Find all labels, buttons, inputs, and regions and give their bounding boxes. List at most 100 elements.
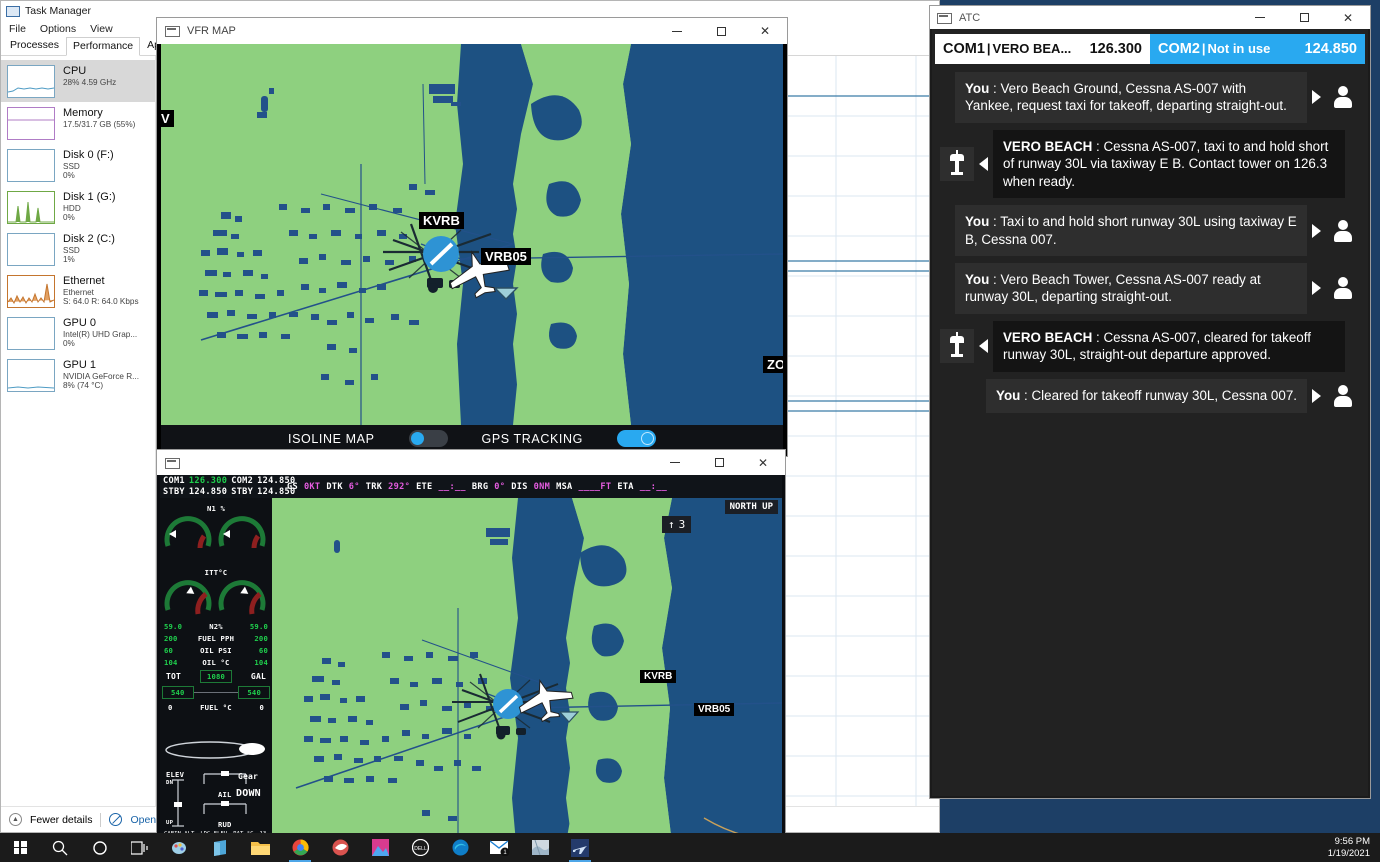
resource-item-gpu1[interactable]: GPU 1 NVIDIA GeForce R... 8% (74 °C) — [1, 354, 155, 396]
stby1-label: STBY — [163, 487, 185, 497]
store-icon[interactable] — [200, 833, 240, 862]
atc-message[interactable]: You : Vero Beach Ground, Cessna AS-007 w… — [940, 72, 1360, 123]
resource-sub: SSD — [63, 161, 80, 171]
menu-options[interactable]: Options — [40, 23, 76, 35]
taskbar-clock[interactable]: 9:56 PM 1/19/2021 — [1328, 836, 1380, 860]
atc-close-button[interactable]: ✕ — [1326, 5, 1370, 31]
map-label-kvrb: KVRB — [419, 212, 464, 229]
search-icon[interactable] — [40, 833, 80, 862]
cortana-icon[interactable] — [80, 833, 120, 862]
start-icon[interactable] — [0, 833, 40, 862]
minimize-button[interactable] — [655, 18, 699, 44]
oilc-label: OIL °C — [202, 658, 230, 667]
close-button[interactable]: ✕ — [743, 18, 787, 44]
brg-value: 0° — [494, 481, 506, 492]
com1-tab[interactable]: COM1 | VERO BEA... 126.300 — [935, 34, 1150, 64]
com2-tab[interactable]: COM2 | Not in use 124.850 — [1150, 34, 1365, 64]
isoline-map-toggle[interactable] — [408, 430, 448, 447]
com2-frequency: 124.850 — [1304, 41, 1357, 57]
atc-message[interactable]: VERO BEACH : Cessna AS-007, taxi to and … — [940, 129, 1360, 199]
fewer-details-button[interactable]: Fewer details — [30, 814, 92, 826]
task-view-icon[interactable] — [120, 833, 160, 862]
resource-sub: NVIDIA GeForce R... — [63, 371, 139, 381]
atc-titlebar[interactable]: ATC ✕ — [930, 6, 1370, 29]
trk-label: TRK — [365, 481, 383, 492]
chevron-up-icon: ▲ — [9, 813, 22, 826]
resource-name: CPU — [63, 65, 87, 77]
task-manager-icon — [6, 5, 20, 17]
file-explorer-icon[interactable] — [240, 833, 280, 862]
disk0-thumbnail — [7, 149, 55, 182]
disk1-thumbnail — [7, 191, 55, 224]
maximize-button[interactable] — [699, 18, 743, 44]
resource-sub: 28% 4.59 GHz — [63, 77, 117, 87]
photos-icon[interactable] — [360, 833, 400, 862]
itt-label: ITT°C — [204, 568, 228, 577]
resource-item-gpu0[interactable]: GPU 0 Intel(R) UHD Grap... 0% — [1, 312, 155, 354]
pfd-maximize-button[interactable] — [697, 450, 741, 476]
flightsim-icon[interactable] — [560, 833, 600, 862]
pfd-minimize-button[interactable] — [653, 450, 697, 476]
resource-sub2: 1% — [63, 255, 75, 265]
vfr-map-window: VFR MAP ✕ KVRB VRB05 V ZO ISOLINE MAP GP… — [157, 18, 787, 456]
app-icon[interactable] — [320, 833, 360, 862]
atc-message-list: You : Vero Beach Ground, Cessna AS-007 w… — [932, 64, 1368, 413]
n2-label: N2% — [209, 622, 223, 631]
gs-label: GS — [287, 481, 298, 492]
vfr-map-titlebar[interactable]: VFR MAP ✕ — [157, 18, 787, 44]
pfd-titlebar[interactable]: ✕ — [157, 450, 785, 475]
atc-maximize-button[interactable] — [1282, 5, 1326, 31]
n1-label: N1 % — [206, 504, 226, 513]
mail-icon[interactable]: 1 — [480, 833, 520, 862]
maps-icon[interactable] — [520, 833, 560, 862]
atc-message[interactable]: VERO BEACH : Cessna AS-007, cleared for … — [940, 320, 1360, 372]
paint-icon[interactable] — [160, 833, 200, 862]
atc-title: ATC — [959, 11, 981, 24]
memory-thumbnail — [7, 107, 55, 140]
eta-label: ETA — [617, 481, 634, 492]
menu-view[interactable]: View — [90, 23, 113, 35]
vfr-map-title: VFR MAP — [187, 25, 236, 37]
msa-label: MSA — [556, 481, 573, 492]
desktop: Task Manager File Options View Processes… — [0, 0, 1380, 862]
atc-message[interactable]: You : Taxi to and hold short runway 30L … — [940, 205, 1360, 256]
resource-item-cpu[interactable]: CPU 28% 4.59 GHz — [1, 60, 155, 102]
com1-label: COM1 — [163, 476, 185, 486]
gps-tracking-toggle[interactable] — [616, 430, 656, 447]
dell-icon[interactable]: DELL — [400, 833, 440, 862]
clock-date: 1/19/2021 — [1327, 847, 1370, 859]
disk2-thumbnail — [7, 233, 55, 266]
resource-item-memory[interactable]: Memory 17.5/31.7 GB (55%) — [1, 102, 155, 144]
taskbar: DELL 1 9:56 PM 1/19/2021 — [0, 833, 1380, 862]
atc-message[interactable]: You : Vero Beach Tower, Cessna AS-007 re… — [940, 262, 1360, 314]
gs-value: 0KT — [303, 481, 321, 492]
map-range-indicator[interactable]: ↑ 3 — [662, 516, 692, 533]
vfr-map-canvas[interactable]: KVRB VRB05 V ZO — [161, 44, 783, 425]
atc-minimize-button[interactable] — [1238, 5, 1282, 31]
resource-sub: HDD — [63, 203, 81, 213]
pfd-close-button[interactable]: ✕ — [741, 450, 785, 476]
gal-label: GAL — [250, 672, 266, 681]
resource-item-disk2[interactable]: Disk 2 (C:) SSD 1% — [1, 228, 155, 270]
pfd-map-canvas[interactable]: KVRB VRB05 NORTH UP ↑ 3 — [272, 498, 782, 838]
resource-item-ethernet[interactable]: Ethernet Ethernet S: 64.0 R: 64.0 Kbps — [1, 270, 155, 312]
com1-freq: 126.300 — [188, 476, 228, 486]
tab-performance[interactable]: Performance — [66, 37, 141, 56]
message-text: Vero Beach Ground, Cessna AS-007 with Ya… — [965, 81, 1287, 114]
message-text: Vero Beach Tower, Cessna AS-007 ready at… — [965, 271, 1261, 305]
tab-processes[interactable]: Processes — [3, 36, 66, 55]
menu-file[interactable]: File — [9, 23, 26, 35]
pilot-avatar-icon — [1326, 80, 1360, 114]
pfd-map-label-vrb05: VRB05 — [694, 703, 735, 716]
edge-icon[interactable] — [440, 833, 480, 862]
clock-time: 9:56 PM — [1334, 835, 1370, 847]
pilot-avatar-icon — [1326, 271, 1360, 305]
resource-item-disk0[interactable]: Disk 0 (F:) SSD 0% — [1, 144, 155, 186]
atc-message[interactable]: You : Cleared for takeoff runway 30L, Ce… — [940, 378, 1360, 413]
resource-item-disk1[interactable]: Disk 1 (G:) HDD 0% — [1, 186, 155, 228]
map-label-zo-truncated: ZO — [763, 356, 783, 373]
resource-sub: SSD — [63, 245, 80, 255]
map-orientation-label: NORTH UP — [724, 500, 778, 514]
message-arrow-icon — [979, 339, 988, 354]
chrome-icon[interactable] — [280, 833, 320, 862]
